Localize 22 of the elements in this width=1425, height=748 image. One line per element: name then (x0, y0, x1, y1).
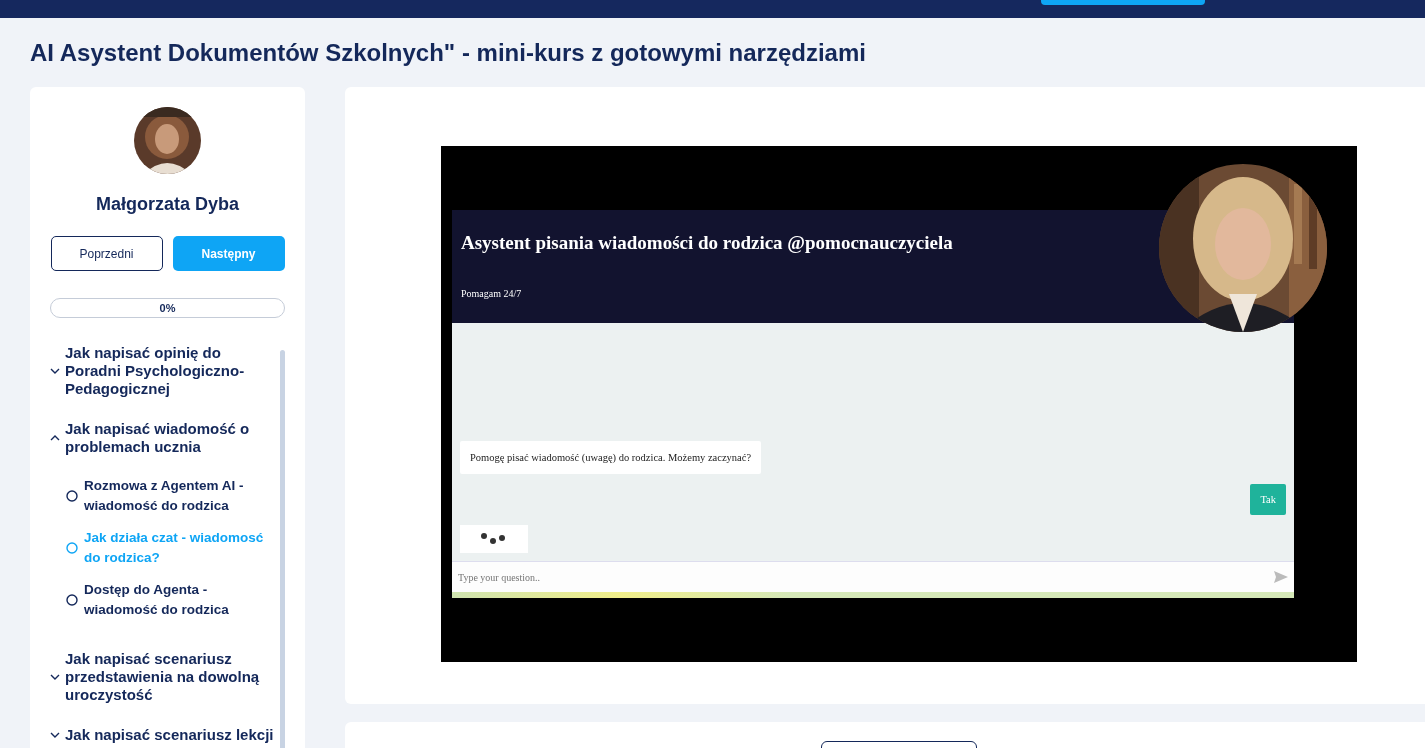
module-title[interactable]: Jak napisać scenariusz przedstawienia na dowolną uroczystość (65, 650, 277, 704)
previous-button[interactable]: Poprzedni (50, 236, 163, 271)
lesson-link[interactable]: Dostęp do Agenta - wiadomość do rodzica (84, 580, 277, 620)
page-title: AI Asystent Dokumentów Szkolnych" - mini-kurs z gotowymi narzędziami (29, 37, 867, 68)
bot-message: Pomogę pisać wiadomość (uwagę) do rodzica. Możemy zaczynać? (460, 441, 762, 474)
module-title[interactable]: Jak napisać opinię do Poradni Psychologiczno-Pedagogicznej (65, 344, 277, 398)
chat-title: Asystent pisania wiadomości do rodzica @pomocnauczyciela (461, 232, 954, 254)
progress-label: 0% (159, 302, 176, 314)
chevron-down-icon[interactable] (50, 672, 60, 682)
question-field[interactable]: Type your question.. (452, 561, 1294, 592)
chat-subtitle: Pomagam 24/7 (461, 288, 523, 299)
instructor-name: Małgorzata Dyba (95, 194, 239, 215)
module-title[interactable]: Jak napisać wiadomość o problemach ucznia (65, 420, 277, 456)
scrollbar[interactable] (280, 350, 285, 748)
chevron-up-icon[interactable] (50, 433, 60, 443)
typing-indicator (460, 525, 528, 553)
video-player[interactable]: Asystent pisania wiadomości do rodzica @pomocnauczyciela Pomagam 24/7 Pomogę pisać wiadomość (uwagę) do rodzica. Możemy zaczynać? Tak Type your question.. (441, 146, 1357, 662)
module-title[interactable]: Jak napisać scenariusz lekcji (65, 726, 274, 744)
user-message: Tak (1250, 484, 1286, 515)
chevron-down-icon[interactable] (50, 366, 60, 376)
chevron-down-icon[interactable] (50, 730, 60, 740)
lesson-link[interactable]: Rozmowa z Agentem AI - wiadomość do rodzica (84, 476, 277, 516)
